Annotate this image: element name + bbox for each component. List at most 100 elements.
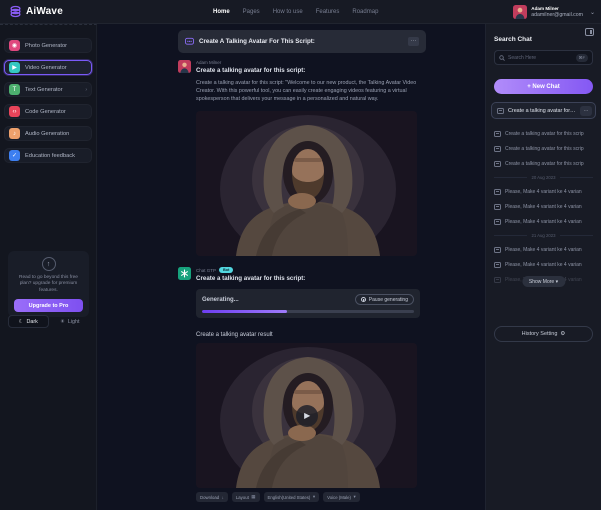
chat-window-icon: [497, 108, 504, 114]
download-label: Download: [200, 495, 219, 500]
voice-select[interactable]: Voice (Male) ▾: [323, 492, 360, 502]
history-item[interactable]: Please, Make 4 variant ke 4 varian: [494, 258, 593, 272]
bot-avatar: [178, 267, 191, 280]
moon-icon: ☾: [19, 319, 24, 325]
code-icon: ‹›: [9, 106, 20, 117]
progress-bar: [202, 310, 414, 313]
nav-home[interactable]: Home: [213, 9, 230, 15]
nav-features[interactable]: Features: [316, 9, 340, 15]
chat-title: Create A Talking Avatar For This Script:: [199, 38, 315, 45]
main-nav: Home Pages How to use Features Roadmap: [213, 0, 378, 24]
collapse-panel-icon[interactable]: [585, 28, 594, 36]
history-item-label: Please, Make 4 variant ke 4 varian: [505, 189, 582, 195]
main-area: Create A Talking Avatar For This Script:…: [98, 24, 485, 510]
download-button[interactable]: Download ↓: [196, 492, 228, 502]
history-setting-button[interactable]: History Setting ⚙: [494, 326, 593, 342]
app-window: AiWave Home Pages How to use Features Ro…: [0, 0, 601, 510]
message-avatar: [178, 60, 191, 73]
message-body: Adam Milner Create a talking avatar for …: [196, 60, 417, 256]
voice-label: Voice (Male): [327, 495, 351, 500]
search-input[interactable]: [508, 55, 573, 61]
chat-window-icon: [494, 131, 501, 137]
sidebar-item-audio-generation[interactable]: ♪ Audio Generation: [4, 126, 92, 141]
bot-author: Chat GTP: [196, 268, 216, 273]
nav-how-to-use[interactable]: How to use: [273, 9, 303, 15]
nav-roadmap[interactable]: Roadmap: [352, 9, 378, 15]
sidebar-item-video-generator[interactable]: ▶ Video Generator: [4, 60, 92, 75]
search-box: ⌘F: [494, 50, 593, 65]
prompt-image: [196, 111, 417, 256]
chevron-down-icon: ▾: [313, 494, 315, 500]
bot-heading: Create a talking avatar for this script:: [196, 275, 417, 282]
history-item-label: Please, Make 4 variant ke 4 varian: [505, 219, 582, 225]
pause-generating-button[interactable]: Pause generating: [355, 294, 414, 305]
search-chat-title: Search Chat: [494, 36, 593, 43]
sidebar-item-label: Photo Generator: [25, 43, 67, 49]
result-label: Create a talking avatar result: [196, 332, 417, 338]
top-bar: AiWave Home Pages How to use Features Ro…: [0, 0, 601, 24]
message-author: Adam Milner: [196, 60, 417, 65]
sidebar-item-code-generator[interactable]: ‹› Code Generator: [4, 104, 92, 119]
result-video: ▶: [196, 343, 417, 488]
chat-options-button[interactable]: ⋯: [408, 37, 419, 46]
video-toolbar: Download ↓ Layout ▦ English(United State…: [196, 492, 417, 502]
history-item[interactable]: Create a talking avatar for this scrip: [494, 142, 593, 156]
new-chat-button[interactable]: + New Chat: [494, 79, 593, 94]
chevron-down-icon: ⌄: [590, 9, 595, 16]
search-icon: [499, 55, 505, 61]
active-chat-label: Create a talking avatar for this scrip: [508, 108, 576, 114]
sidebar-item-education-feedback[interactable]: ✓ Education feedback: [4, 148, 92, 163]
history-item[interactable]: Create a talking avatar for this scrip: [494, 127, 593, 141]
bot-badge: Bot: [219, 267, 233, 273]
chat-window-icon: [494, 204, 501, 210]
layout-button[interactable]: Layout ▦: [232, 492, 260, 502]
generating-row: Generating... Pause generating: [202, 294, 414, 305]
user-menu[interactable]: Adam Milner adamilner@gmail.com ⌄: [513, 3, 595, 21]
pause-label: Pause generating: [369, 297, 408, 303]
dark-mode-button[interactable]: ☾ Dark: [8, 315, 49, 328]
chat-window-icon: [494, 161, 501, 167]
dark-label: Dark: [26, 319, 37, 325]
upgrade-card: ↑ Read to go beyond this free plan? upgr…: [8, 251, 89, 317]
download-icon: ↓: [222, 495, 224, 500]
chat-window-icon: [494, 146, 501, 152]
gear-icon: ⚙: [560, 331, 565, 337]
progress-fill: [202, 310, 287, 313]
chat-header: Create A Talking Avatar For This Script:…: [178, 30, 426, 53]
app-logo[interactable]: AiWave: [9, 5, 63, 18]
sidebar-item-text-generator[interactable]: T Text Generator ›: [4, 82, 92, 97]
chat-options-button[interactable]: ⋯: [580, 106, 592, 116]
talking-avatar-image: [196, 111, 417, 256]
search-shortcut-badge: ⌘F: [576, 54, 588, 62]
user-email: adamilner@gmail.com: [531, 12, 583, 18]
history-item[interactable]: Please, Make 4 variant ke 4 varian: [494, 185, 593, 199]
chat-history-list: Create a talking avatar for this scrip C…: [494, 127, 593, 287]
history-item[interactable]: Please, Make 4 variant ke 4 varian: [494, 200, 593, 214]
show-more-button[interactable]: Show More ▾: [522, 276, 565, 287]
left-sidebar: ◉ Photo Generator ▶ Video Generator T Te…: [0, 24, 97, 510]
sidebar-item-photo-generator[interactable]: ◉ Photo Generator: [4, 38, 92, 53]
play-icon: ▶: [304, 411, 310, 420]
chat-bubble-icon: [185, 37, 194, 46]
active-chat-item[interactable]: Create a talking avatar for this scrip ⋯: [491, 102, 596, 119]
music-icon: ♪: [9, 128, 20, 139]
language-select[interactable]: English(United States) ▾: [264, 492, 320, 502]
right-panel: Search Chat ⌘F + New Chat Create a talki…: [485, 24, 601, 510]
bot-author-row: Chat GTP Bot: [196, 267, 417, 273]
play-button[interactable]: ▶: [296, 405, 318, 427]
history-item[interactable]: Create a talking avatar for this scrip: [494, 157, 593, 171]
history-item[interactable]: Please, Make 4 variant ke 4 varian: [494, 215, 593, 229]
history-item-label: Create a talking avatar for this scrip: [505, 161, 584, 167]
history-item-label: Create a talking avatar for this scrip: [505, 146, 584, 152]
chevron-right-icon: ›: [85, 87, 87, 93]
app-name: AiWave: [26, 6, 63, 17]
history-item[interactable]: Please, Make 4 variant ke 4 varian: [494, 243, 593, 257]
layout-grid-icon: ▦: [251, 494, 255, 500]
nav-pages[interactable]: Pages: [243, 9, 260, 15]
upgrade-to-pro-button[interactable]: Upgrade to Pro: [14, 299, 83, 312]
logo-rings-icon: [9, 5, 22, 18]
chat-window-icon: [494, 189, 501, 195]
light-mode-button[interactable]: ☀ Light: [51, 315, 90, 328]
bot-message: Chat GTP Bot Create a talking avatar for…: [178, 267, 426, 502]
history-item-label: Please, Make 4 variant ke 4 varian: [505, 204, 582, 210]
